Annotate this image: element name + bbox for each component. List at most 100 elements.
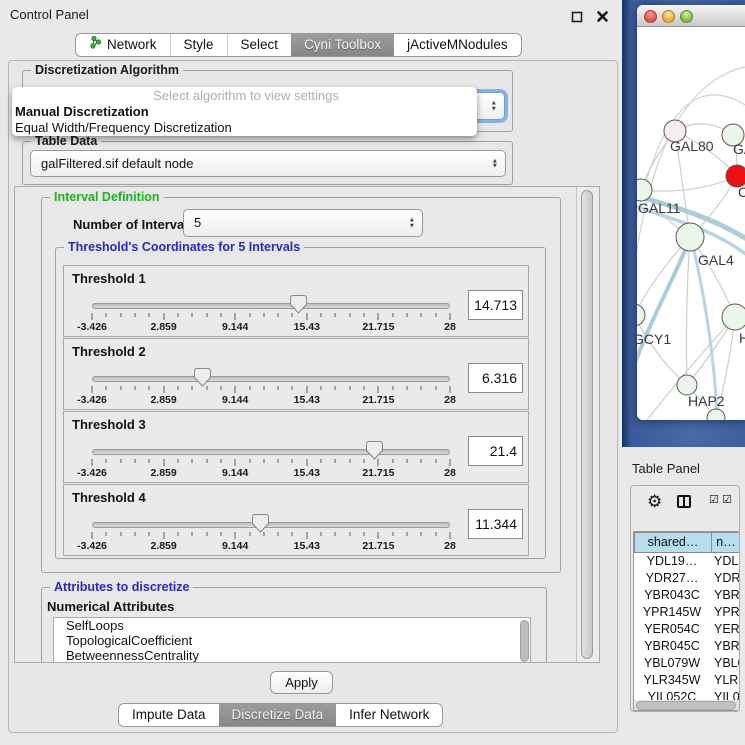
threshold-value-field[interactable]: 21.4 [468, 436, 523, 466]
table-row[interactable]: YDR27…YDR2 [634, 570, 739, 587]
gear-icon[interactable]: ⚙ [647, 492, 662, 512]
tab-infer-network[interactable]: Infer Network [336, 704, 442, 726]
threshold-rows: Threshold 1-3.4262.8599.14415.4321.71528… [63, 265, 529, 565]
network-node[interactable] [637, 304, 645, 326]
slider-track[interactable] [92, 303, 450, 309]
close-button[interactable] [644, 10, 657, 23]
control-panel-titlebar: Control Panel [0, 0, 622, 28]
cell-name[interactable]: YPR1 [714, 604, 739, 621]
slider-track[interactable] [92, 376, 450, 382]
cell-name[interactable]: YDL1 [714, 553, 739, 570]
slider-thumb[interactable] [290, 295, 307, 315]
table-horizontal-scrollbar[interactable] [634, 700, 739, 711]
zoom-button[interactable] [680, 10, 693, 23]
table-row[interactable]: YPR145WYPR1 [634, 604, 739, 621]
slider-thumb[interactable] [366, 441, 383, 461]
cell-shared-name[interactable]: YPR145W [634, 604, 710, 621]
control-panel-window: Control Panel Network Style Select Cyni … [0, 0, 622, 745]
tab-label: Network [107, 34, 157, 56]
tab-impute-data[interactable]: Impute Data [119, 704, 219, 726]
list-item[interactable]: SelfLoops [54, 618, 530, 633]
node-label: GAL80 [670, 138, 714, 154]
table-row[interactable]: YBR045CYBR0 [634, 638, 739, 655]
minimize-button[interactable] [662, 10, 675, 23]
network-edge[interactable] [637, 239, 690, 375]
slider-tick-labels: -3.4262.8599.14415.4321.71528 [92, 540, 450, 552]
threshold-value-field[interactable]: 6.316 [468, 363, 523, 393]
slider-track[interactable] [92, 522, 450, 528]
table-row[interactable]: YBL079WYBL0 [634, 655, 739, 672]
threshold-value-field[interactable]: 14.713 [468, 290, 523, 320]
cell-name[interactable]: YER0 [714, 621, 739, 638]
network-node[interactable] [722, 304, 745, 330]
split-view-icon[interactable] [677, 495, 691, 508]
table-row[interactable]: YLR345WYLR3 [634, 672, 739, 689]
node-label: H [739, 330, 745, 346]
column-header-shared-name[interactable]: shared… [634, 532, 712, 553]
node-label: GCY1 [637, 331, 671, 347]
cell-shared-name[interactable]: YBL079W [634, 655, 710, 672]
network-canvas[interactable]: GAL80GAGAL11CGAL4GCY1HHAP2 [637, 27, 745, 420]
slider-thumb[interactable] [252, 514, 269, 534]
checkbox-icon[interactable]: ☑ [722, 494, 732, 506]
apply-button[interactable]: Apply [270, 671, 333, 694]
table-row[interactable]: YER054CYER0 [634, 621, 739, 638]
dropdown-option-manual[interactable]: Manual Discretization [12, 104, 477, 120]
network-edge[interactable] [641, 176, 737, 191]
table-panel-section: Table Panel ⚙ ☑ ☑ shared… n… YDL19…YDL1Y… [622, 447, 745, 745]
table-row[interactable]: YBR043CYBR0 [634, 587, 739, 604]
list-item[interactable]: TopologicalCoefficient [54, 633, 530, 648]
window-title: Control Panel [10, 7, 89, 22]
combo-arrows-icon: ▲▼ [492, 158, 498, 169]
network-edge[interactable] [637, 315, 687, 385]
slider-ticks [92, 313, 450, 321]
combo-arrows-icon: ▲▼ [491, 101, 497, 112]
slider-ticks [92, 459, 450, 467]
dropdown-option-equal-width[interactable]: Equal Width/Frequency Discretization [12, 120, 477, 136]
tab-jactivemnodules[interactable]: jActiveMNodules [394, 34, 521, 56]
cell-shared-name[interactable]: YER054C [634, 621, 710, 638]
tab-style[interactable]: Style [170, 34, 227, 56]
tab-select[interactable]: Select [227, 34, 292, 56]
table-row[interactable]: YDL19…YDL1 [634, 553, 739, 570]
table-data-combobox[interactable]: galFiltered.sif default node ▲▼ [30, 150, 506, 177]
settings-vertical-scrollbar[interactable] [576, 187, 599, 662]
network-view-window: GAL80GAGAL11CGAL4GCY1HHAP2 [637, 5, 745, 420]
cell-shared-name[interactable]: YBR043C [634, 587, 710, 604]
threshold-value-field[interactable]: 11.344 [468, 509, 523, 539]
control-panel-tab-bar: Network Style Select Cyni Toolbox jActiv… [75, 33, 522, 57]
cell-shared-name[interactable]: YDL19… [634, 553, 710, 570]
cell-name[interactable]: YBR0 [714, 587, 739, 604]
tab-cyni-toolbox[interactable]: Cyni Toolbox [291, 34, 394, 56]
slider-tick-labels: -3.4262.8599.14415.4321.71528 [92, 321, 450, 333]
cell-name[interactable]: YBL0 [714, 655, 739, 672]
network-node[interactable] [677, 375, 697, 395]
tab-network[interactable]: Network [76, 34, 170, 56]
number-of-intervals-combobox[interactable]: 5 ▲▼ [183, 209, 423, 237]
cell-shared-name[interactable]: YDR27… [634, 570, 710, 587]
numerical-attributes-list[interactable]: SelfLoopsTopologicalCoefficientBetweenne… [53, 617, 531, 663]
cell-name[interactable]: YLR3 [714, 672, 739, 689]
slider-ticks [92, 532, 450, 540]
cell-shared-name[interactable]: YLR345W [634, 672, 710, 689]
cell-shared-name[interactable]: YBR045C [634, 638, 710, 655]
column-header-name[interactable]: n… [711, 532, 739, 553]
scrollbar-thumb[interactable] [636, 701, 736, 710]
network-icon [89, 34, 102, 56]
network-node[interactable] [676, 223, 704, 251]
checkbox-icon[interactable]: ☑ [709, 494, 719, 506]
network-edge[interactable] [686, 237, 690, 385]
tab-discretize-data[interactable]: Discretize Data [219, 704, 337, 726]
float-icon[interactable] [571, 10, 583, 28]
close-icon[interactable] [596, 10, 609, 28]
threshold-label: Threshold 2 [72, 344, 146, 359]
group-title: Discretization Algorithm [31, 63, 183, 78]
scrollbar-thumb[interactable] [581, 190, 593, 659]
cell-name[interactable]: YDR2 [714, 570, 739, 587]
slider-track[interactable] [92, 449, 450, 455]
list-item[interactable]: BetweennessCentrality [54, 648, 530, 663]
slider-thumb[interactable] [194, 368, 211, 388]
settings-scroll-area: Interval Definition Number of Intervals … [14, 186, 600, 663]
list-scrollbar[interactable] [520, 620, 529, 662]
cell-name[interactable]: YBR0 [714, 638, 739, 655]
